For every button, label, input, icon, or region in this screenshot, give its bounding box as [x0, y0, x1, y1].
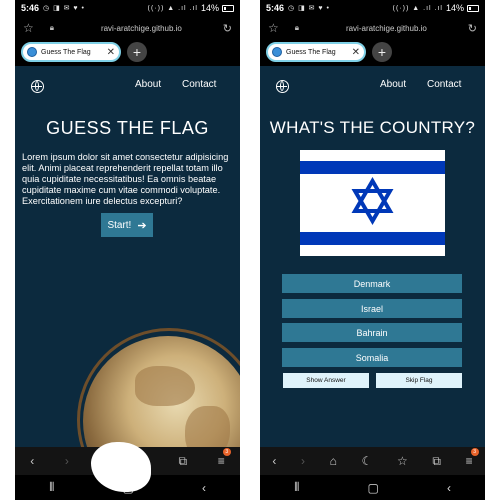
back-icon[interactable]: ‹	[272, 454, 276, 468]
answer-option-button[interactable]: Israel	[282, 299, 462, 318]
answer-option-button[interactable]: Somalia	[282, 348, 462, 367]
home-icon[interactable]: ⌂	[330, 454, 337, 468]
menu-notification-badge: 3	[222, 448, 231, 456]
site-logo-globe-icon[interactable]	[31, 80, 44, 93]
globe-landmass	[185, 406, 230, 447]
answer-option-button[interactable]: Denmark	[282, 274, 462, 293]
reload-icon[interactable]: ↻	[223, 22, 232, 35]
bookmark-star-icon[interactable]: ☆	[268, 21, 279, 35]
browser-tab[interactable]: Guess The Flag ✕	[21, 42, 121, 62]
new-tab-button[interactable]: +	[372, 42, 392, 62]
arrow-right-icon: ➔	[137, 219, 147, 232]
close-tab-icon[interactable]: ✕	[352, 47, 360, 58]
star-of-david-icon	[351, 177, 394, 225]
reload-icon[interactable]: ↻	[468, 22, 477, 35]
menu-notification-badge: 3	[470, 448, 479, 456]
bookmark-star-icon[interactable]: ☆	[397, 454, 408, 468]
tab-title: Guess The Flag	[286, 48, 336, 56]
close-tab-icon[interactable]: ✕	[107, 47, 115, 58]
tab-strip: Guess The Flag ✕ +	[266, 42, 392, 62]
bookmark-star-icon[interactable]: ☆	[23, 21, 34, 35]
nav-about-link[interactable]: About	[135, 79, 161, 90]
tab-title: Guess The Flag	[41, 48, 91, 56]
home-button-icon[interactable]: ▢	[367, 481, 378, 495]
start-button-label: Start!	[107, 219, 132, 231]
plus-icon: +	[132, 44, 142, 60]
flag-of-israel-icon	[300, 150, 445, 256]
nav-about-link[interactable]: About	[380, 79, 406, 90]
forward-icon[interactable]: ›	[65, 454, 69, 468]
browser-tab[interactable]: Guess The Flag ✕	[266, 42, 366, 62]
new-tab-button[interactable]: +	[127, 42, 147, 62]
show-answer-button[interactable]: Show Answer	[283, 373, 369, 388]
status-time: 5:46	[266, 3, 285, 13]
web-page-quiz: About Contact WHAT'S THE COUNTRY? Denmar…	[260, 66, 485, 447]
forward-icon[interactable]: ›	[301, 454, 305, 468]
page-title: GUESS THE FLAG	[46, 118, 209, 138]
system-back-icon[interactable]: ‹	[202, 481, 206, 495]
globe-landmass	[135, 366, 195, 406]
favicon-globe-icon	[27, 47, 37, 57]
menu-icon[interactable]: ≡ 3	[466, 448, 479, 468]
battery-level: 14%	[200, 3, 219, 13]
intro-paragraph: Lorem ipsum dolor sit amet consectetur a…	[22, 152, 229, 206]
status-bar: 5:46 ◷ ◨ ✉ ♥ • ((·)) ▲ .ıl .ıl 14%	[260, 0, 485, 16]
recent-apps-icon[interactable]: ⦀	[49, 480, 54, 495]
lock-icon: 🔒︎	[294, 23, 300, 32]
notification-icons: ◷ ◨ ✉ ♥ •	[43, 5, 85, 12]
browser-bottom-bar: ‹ › ⌂ ☾ ☆ ⧉ ≡ 3	[260, 447, 485, 475]
url-text[interactable]: ravi-aratchige.github.io	[305, 24, 468, 33]
status-time: 5:46	[21, 3, 40, 13]
lock-icon: 🔒︎	[49, 23, 55, 32]
battery-icon	[467, 4, 479, 12]
signal-icons: ((·)) ▲ .ıl .ıl	[392, 4, 443, 12]
favicon-globe-icon	[272, 47, 282, 57]
tabs-icon[interactable]: ⧉	[179, 454, 188, 469]
plus-icon: +	[377, 44, 387, 60]
phone-screenshot-landing: 5:46 ◷ ◨ ✉ ♥ • ((·)) ▲ .ıl .ıl 14% ☆ 🔒︎ …	[15, 0, 240, 500]
night-mode-moon-icon[interactable]: ☾	[362, 454, 373, 468]
skip-flag-button[interactable]: Skip Flag	[376, 373, 462, 388]
battery-level: 14%	[445, 3, 464, 13]
phone-screenshot-quiz: 5:46 ◷ ◨ ✉ ♥ • ((·)) ▲ .ıl .ıl 14% ☆ 🔒︎ …	[260, 0, 485, 500]
notification-icons: ◷ ◨ ✉ ♥ •	[288, 5, 330, 12]
address-bar[interactable]: ☆ 🔒︎ ravi-aratchige.github.io ↻	[15, 18, 240, 38]
quiz-title: WHAT'S THE COUNTRY?	[269, 118, 476, 137]
web-page-landing: About Contact GUESS THE FLAG Lorem ipsum…	[15, 66, 240, 447]
status-bar: 5:46 ◷ ◨ ✉ ♥ • ((·)) ▲ .ıl .ıl 14%	[15, 0, 240, 16]
nav-contact-link[interactable]: Contact	[427, 79, 461, 90]
url-text[interactable]: ravi-aratchige.github.io	[60, 24, 223, 33]
site-logo-globe-icon[interactable]	[276, 80, 289, 93]
tabs-icon[interactable]: ⧉	[432, 454, 441, 469]
menu-icon[interactable]: ≡ 3	[218, 448, 231, 468]
battery-icon	[222, 4, 234, 12]
start-button[interactable]: Start! ➔	[101, 213, 153, 237]
system-navigation-bar: ⦀ ▢ ‹	[260, 475, 485, 500]
nav-contact-link[interactable]: Contact	[182, 79, 216, 90]
signal-icons: ((·)) ▲ .ıl .ıl	[147, 4, 198, 12]
tab-strip: Guess The Flag ✕ +	[21, 42, 147, 62]
recent-apps-icon[interactable]: ⦀	[294, 480, 299, 495]
address-bar[interactable]: ☆ 🔒︎ ravi-aratchige.github.io ↻	[260, 18, 485, 38]
back-icon[interactable]: ‹	[30, 454, 34, 468]
answer-option-button[interactable]: Bahrain	[282, 323, 462, 342]
system-back-icon[interactable]: ‹	[447, 481, 451, 495]
